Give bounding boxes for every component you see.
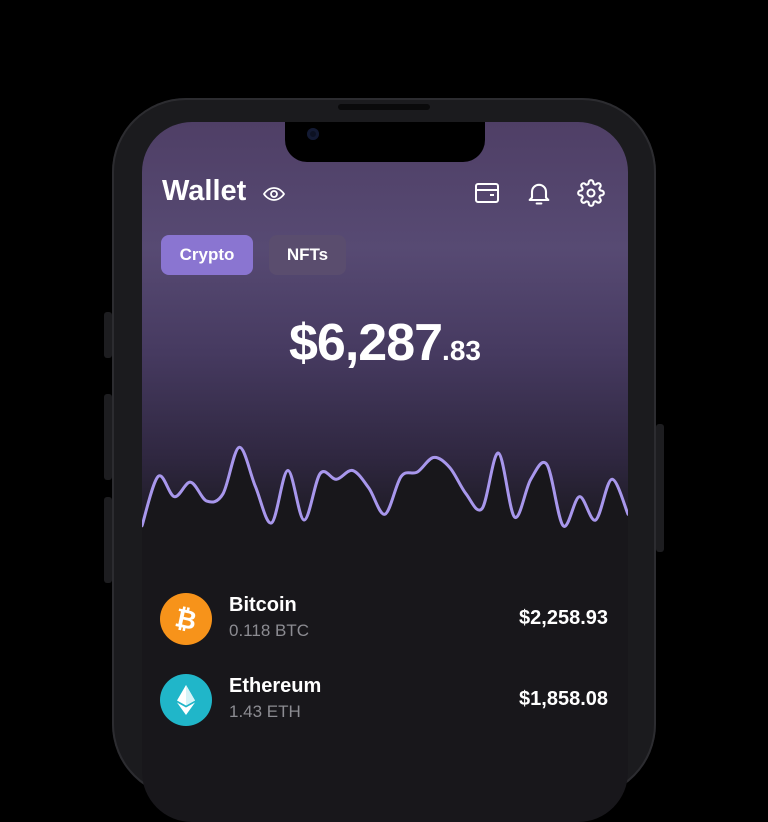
asset-row-bitcoin[interactable]: ₿ Bitcoin 0.118 BTC $2,258.93 [160,591,608,647]
tab-nfts[interactable]: NFTs [269,235,346,275]
balance-main: $6,287 [289,314,443,372]
asset-amount: 0.118 BTC [229,621,310,640]
total-balance: $6,287.83 [142,313,628,373]
balance-cents: .83 [442,335,481,366]
gear-icon[interactable] [577,179,605,207]
tab-crypto[interactable]: Crypto [161,235,253,275]
bitcoin-icon: ₿ [160,593,212,645]
power-button [656,424,664,552]
asset-row-ethereum[interactable]: Ethereum 1.43 ETH $1,858.08 [160,672,608,728]
page-title: Wallet [162,175,247,207]
ethereum-icon [160,674,212,726]
asset-value: $2,258.93 [519,607,608,629]
asset-value: $1,858.08 [519,688,608,710]
asset-name: Ethereum [229,675,322,697]
bell-icon[interactable] [525,179,553,207]
wallet-card-icon[interactable] [474,181,500,205]
earpiece-speaker [338,104,430,110]
front-camera [307,128,319,140]
eye-icon[interactable] [262,182,286,206]
volume-up-button [104,394,112,480]
app-screen: Wallet Crypto NFTs $6,287.83 ₿ Bitcoin 0… [142,122,628,822]
asset-amount: 1.43 ETH [229,702,301,721]
mute-switch [104,312,112,358]
volume-down-button [104,497,112,583]
portfolio-chart [142,445,628,552]
asset-name: Bitcoin [229,594,297,616]
notch [285,122,485,162]
